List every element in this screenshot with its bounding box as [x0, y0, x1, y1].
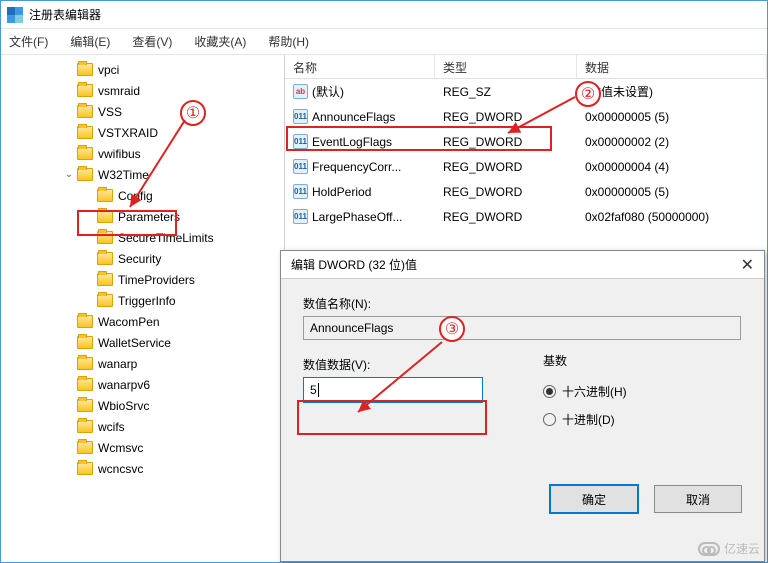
menu-help[interactable]: 帮助(H)	[264, 31, 313, 52]
folder-icon	[77, 147, 93, 160]
tree-item-wcifs[interactable]: wcifs	[1, 416, 284, 437]
string-value-icon: ab	[293, 84, 308, 99]
folder-icon	[77, 336, 93, 349]
watermark: 亿速云	[698, 540, 760, 557]
annotation-arrow-1	[120, 115, 190, 215]
tree-label: WalletService	[98, 336, 171, 350]
value-data: 0x00000004 (4)	[577, 160, 767, 174]
tree-item-vsmraid[interactable]: vsmraid	[1, 80, 284, 101]
tree-item-wbiosrvc[interactable]: WbioSrvc	[1, 395, 284, 416]
folder-icon	[77, 63, 93, 76]
radix-hex-option[interactable]: 十六进制(H)	[543, 379, 627, 403]
folder-icon	[77, 105, 93, 118]
annotation-arrow-3	[350, 340, 450, 420]
tree-label: wanarpv6	[98, 378, 150, 392]
menubar: 文件(F) 编辑(E) 查看(V) 收藏夹(A) 帮助(H)	[1, 29, 767, 55]
tree-label: Security	[118, 252, 161, 266]
radix-label: 基数	[543, 352, 627, 369]
tree-label: WacomPen	[98, 315, 160, 329]
value-name: (默认)	[312, 83, 344, 100]
tree-item-walletservice[interactable]: WalletService	[1, 332, 284, 353]
tree-label: vsmraid	[98, 84, 140, 98]
folder-icon	[77, 420, 93, 433]
tree-item-timeproviders[interactable]: TimeProviders	[1, 269, 284, 290]
window-title: 注册表编辑器	[29, 6, 101, 23]
tree-item-wcncsvc[interactable]: wcncsvc	[1, 458, 284, 479]
close-icon[interactable]: ✕	[741, 255, 754, 275]
binary-value-icon: 011	[293, 209, 308, 224]
folder-icon	[77, 84, 93, 97]
binary-value-icon: 011	[293, 184, 308, 199]
tree-label: wcifs	[98, 420, 125, 434]
tree-item-security[interactable]: Security	[1, 248, 284, 269]
folder-icon	[97, 294, 113, 307]
value-data: 0x00000005 (5)	[577, 110, 767, 124]
list-row[interactable]: 011 FrequencyCorr... REG_DWORD0x00000004 (…	[285, 154, 767, 179]
radix-dec-option[interactable]: 十进制(D)	[543, 407, 627, 431]
ok-button[interactable]: 确定	[550, 485, 638, 513]
folder-icon	[77, 399, 93, 412]
titlebar: 注册表编辑器	[1, 1, 767, 29]
value-data: 0x00000005 (5)	[577, 185, 767, 199]
list-row[interactable]: 011 LargePhaseOff... REG_DWORD0x02faf080 (…	[285, 204, 767, 229]
dialog-titlebar: 编辑 DWORD (32 位)值 ✕	[281, 251, 764, 279]
value-name: FrequencyCorr...	[312, 160, 401, 174]
tree-item-wanarp[interactable]: wanarp	[1, 353, 284, 374]
tree-label: wcncsvc	[98, 462, 143, 476]
col-data[interactable]: 数据	[577, 55, 767, 78]
folder-icon	[97, 252, 113, 265]
value-name-field: AnnounceFlags	[303, 316, 741, 340]
list-row[interactable]: 011 HoldPeriod REG_DWORD0x00000005 (5)	[285, 179, 767, 204]
tree-item-wcmsvc[interactable]: Wcmsvc	[1, 437, 284, 458]
folder-icon	[77, 126, 93, 139]
tree-label: wanarp	[98, 357, 137, 371]
tree-item-wacompen[interactable]: WacomPen	[1, 311, 284, 332]
folder-icon	[77, 462, 93, 475]
value-data: 0x02faf080 (50000000)	[577, 210, 767, 224]
cancel-button[interactable]: 取消	[654, 485, 742, 513]
tree-item-triggerinfo[interactable]: TriggerInfo	[1, 290, 284, 311]
tree-item-wanarpv6[interactable]: wanarpv6	[1, 374, 284, 395]
menu-edit[interactable]: 编辑(E)	[66, 31, 114, 52]
binary-value-icon: 011	[293, 159, 308, 174]
tree-label: Wcmsvc	[98, 441, 143, 455]
list-header: 名称 类型 数据	[285, 55, 767, 79]
annotation-arrow-2	[500, 95, 580, 140]
value-type: REG_DWORD	[435, 160, 577, 174]
value-type: REG_DWORD	[435, 185, 577, 199]
tree-label: TriggerInfo	[118, 294, 176, 308]
expander-icon[interactable]: ⌄	[63, 169, 75, 180]
menu-file[interactable]: 文件(F)	[5, 31, 52, 52]
menu-favorites[interactable]: 收藏夹(A)	[190, 31, 250, 52]
folder-icon	[97, 189, 113, 202]
tree-label: WbioSrvc	[98, 399, 149, 413]
col-type[interactable]: 类型	[435, 55, 577, 78]
binary-value-icon: 011	[293, 109, 308, 124]
radio-icon	[543, 413, 556, 426]
menu-view[interactable]: 查看(V)	[128, 31, 176, 52]
tree-label: VSS	[98, 105, 122, 119]
dialog-title: 编辑 DWORD (32 位)值	[291, 256, 417, 273]
value-type: REG_DWORD	[435, 210, 577, 224]
tree-label: vpci	[98, 63, 119, 77]
value-name: LargePhaseOff...	[312, 210, 403, 224]
value-name-label: 数值名称(N):	[303, 295, 742, 312]
regedit-icon	[7, 7, 23, 23]
col-name[interactable]: 名称	[285, 55, 435, 78]
folder-icon	[77, 315, 93, 328]
value-name: AnnounceFlags	[312, 110, 395, 124]
folder-icon	[77, 357, 93, 370]
value-data: (数值未设置)	[577, 83, 767, 100]
folder-icon	[77, 441, 93, 454]
folder-icon	[77, 378, 93, 391]
value-name: HoldPeriod	[312, 185, 371, 199]
tree-item-vpci[interactable]: vpci	[1, 59, 284, 80]
folder-icon	[77, 168, 93, 181]
tree-label: TimeProviders	[118, 273, 195, 287]
folder-icon	[97, 273, 113, 286]
value-data: 0x00000002 (2)	[577, 135, 767, 149]
radio-icon	[543, 385, 556, 398]
